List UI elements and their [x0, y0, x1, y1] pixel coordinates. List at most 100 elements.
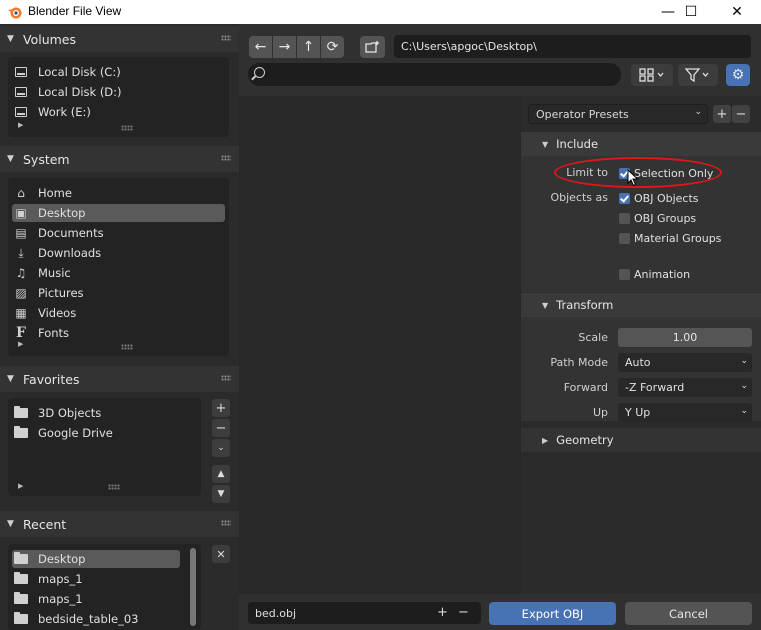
directory-path-field[interactable]: C:\Users\apgoc\Desktop\ [394, 35, 751, 58]
chevron-down-icon: ⌄ [694, 107, 702, 117]
remove-preset-button[interactable]: − [732, 105, 750, 123]
add-bookmark-button[interactable]: + [212, 399, 230, 417]
system-item-documents[interactable]: ▤ Documents [12, 224, 225, 242]
volumes-header[interactable]: ▼ Volumes [0, 26, 239, 52]
favorite-item-3d-objects[interactable]: 3D Objects [12, 404, 101, 422]
disk-icon [14, 85, 28, 99]
drag-grip-icon[interactable] [221, 520, 231, 526]
cancel-button[interactable]: Cancel [625, 602, 752, 625]
recent-scrollbar[interactable] [190, 548, 196, 626]
drag-grip-icon[interactable] [221, 375, 231, 381]
recent-header[interactable]: ▼ Recent [0, 511, 239, 537]
volumes-list: Local Disk (C:) Local Disk (D:) Work (E:… [8, 57, 229, 137]
recent-item-bedside-table[interactable]: bedside_table_03 [12, 610, 139, 628]
search-input[interactable] [248, 63, 621, 86]
scale-number-field[interactable]: 1.00 [618, 328, 752, 347]
system-item-pictures[interactable]: ▨ Pictures [12, 284, 225, 302]
thumbnail-grid-icon [639, 68, 664, 82]
favorite-item-label: 3D Objects [38, 406, 102, 420]
drag-grip-icon[interactable] [221, 35, 231, 41]
volume-item-d[interactable]: Local Disk (D:) [12, 83, 122, 101]
forward-arrow-icon[interactable]: → [273, 36, 296, 58]
file-browser-main: ← → ↑ ⟳ C:\Users\apgoc\Desktop\ ⚙ Operat… [239, 24, 761, 630]
settings-gear-icon[interactable]: ⚙ [726, 64, 750, 86]
recent-title: Recent [23, 516, 67, 532]
system-item-desktop[interactable]: ▣ Desktop [12, 204, 225, 222]
download-arrow-icon: ⤓ [18, 245, 24, 260]
back-arrow-icon[interactable]: ← [249, 36, 272, 58]
favorite-item-label: Google Drive [38, 426, 113, 440]
close-window-button[interactable]: ✕ [714, 0, 760, 24]
bookmark-menu-chevron-icon[interactable]: ⌄ [212, 439, 230, 457]
volume-label: Local Disk (D:) [38, 85, 122, 99]
expand-triangle-icon: ▶ [542, 435, 549, 445]
drag-grip-icon[interactable] [221, 155, 231, 161]
new-folder-icon[interactable] [360, 36, 385, 58]
font-icon: F [16, 325, 26, 341]
clear-recent-button[interactable]: ✕ [212, 545, 230, 563]
folder-icon [14, 552, 28, 566]
window-title: Blender File View [28, 4, 122, 18]
system-title: System [23, 151, 70, 167]
scroll-arrow-icon[interactable]: ▶ [18, 482, 23, 490]
resize-grip-icon[interactable] [121, 344, 133, 350]
transform-section-body: Scale 1.00 Path Mode Auto ⌄ Forward -Z F… [521, 317, 761, 422]
system-item-label: Documents [38, 226, 104, 240]
include-section-header[interactable]: ▼ Include [521, 132, 761, 156]
mouse-cursor-icon [627, 169, 639, 187]
path-mode-dropdown[interactable]: Auto ⌄ [618, 353, 752, 372]
home-icon: ⌂ [17, 186, 25, 200]
recent-item-maps-1[interactable]: maps_1 [12, 570, 83, 588]
remove-bookmark-button[interactable]: − [212, 419, 230, 437]
objects-as-label: Objects as [550, 191, 608, 204]
volume-item-c[interactable]: Local Disk (C:) [12, 63, 121, 81]
filter-button[interactable] [678, 64, 718, 86]
parent-directory-icon[interactable]: ↑ [297, 36, 320, 58]
refresh-icon[interactable]: ⟳ [321, 36, 344, 58]
documents-icon: ▤ [15, 226, 27, 240]
scroll-arrow-icon[interactable]: ▶ [18, 121, 23, 129]
collapse-triangle-icon: ▼ [542, 139, 549, 149]
move-up-button[interactable]: ▲ [212, 465, 230, 483]
system-item-downloads[interactable]: ⤓ Downloads [12, 244, 225, 262]
collapse-triangle-icon: ▼ [7, 154, 14, 164]
folder-icon [14, 592, 28, 606]
forward-axis-dropdown[interactable]: -Z Forward ⌄ [618, 378, 752, 397]
up-axis-dropdown[interactable]: Y Up ⌄ [618, 403, 752, 422]
geometry-section-header[interactable]: ▶ Geometry [521, 428, 761, 452]
resize-grip-icon[interactable] [108, 484, 120, 490]
increment-filename-button[interactable]: + [437, 605, 448, 620]
scroll-arrow-icon[interactable]: ▶ [18, 340, 23, 348]
animation-checkbox[interactable]: Animation [619, 267, 690, 281]
move-down-button[interactable]: ▼ [212, 485, 230, 503]
volume-item-e[interactable]: Work (E:) [12, 103, 91, 121]
transform-section-header[interactable]: ▼ Transform [521, 293, 761, 317]
scale-label: Scale [578, 331, 608, 344]
system-item-home[interactable]: ⌂ Home [12, 184, 225, 202]
obj-groups-checkbox[interactable]: OBJ Groups [619, 211, 696, 225]
maximize-button[interactable]: ☐ [668, 0, 714, 24]
decrement-filename-button[interactable]: − [458, 605, 469, 620]
system-header[interactable]: ▼ System [0, 146, 239, 172]
transform-title: Transform [556, 298, 614, 312]
system-item-fonts[interactable]: F Fonts [12, 324, 225, 342]
operator-presets-dropdown[interactable]: Operator Presets ⌄ [528, 104, 708, 124]
favorite-item-google-drive[interactable]: Google Drive [12, 424, 113, 442]
system-item-videos[interactable]: ▦ Videos [12, 304, 225, 322]
recent-item-desktop[interactable]: Desktop [12, 550, 180, 568]
obj-objects-checkbox[interactable]: OBJ Objects [619, 191, 699, 205]
chevron-down-icon: ⌄ [740, 381, 748, 391]
export-obj-button[interactable]: Export OBJ [489, 602, 616, 625]
system-item-music[interactable]: ♫ Music [12, 264, 225, 282]
sidebar: ▼ Volumes Local Disk (C:) Local Disk (D:… [0, 24, 239, 630]
material-groups-checkbox[interactable]: Material Groups [619, 231, 721, 245]
favorites-header[interactable]: ▼ Favorites [0, 366, 239, 392]
resize-grip-icon[interactable] [121, 125, 133, 131]
file-list-area[interactable] [239, 96, 521, 594]
forward-label: Forward [563, 381, 608, 394]
display-mode-button[interactable] [631, 64, 673, 86]
add-preset-button[interactable]: + [713, 105, 731, 123]
recent-item-maps-1-b[interactable]: maps_1 [12, 590, 83, 608]
footer-bar: bed.obj + − Export OBJ Cancel [239, 594, 761, 630]
disk-icon [14, 65, 28, 79]
